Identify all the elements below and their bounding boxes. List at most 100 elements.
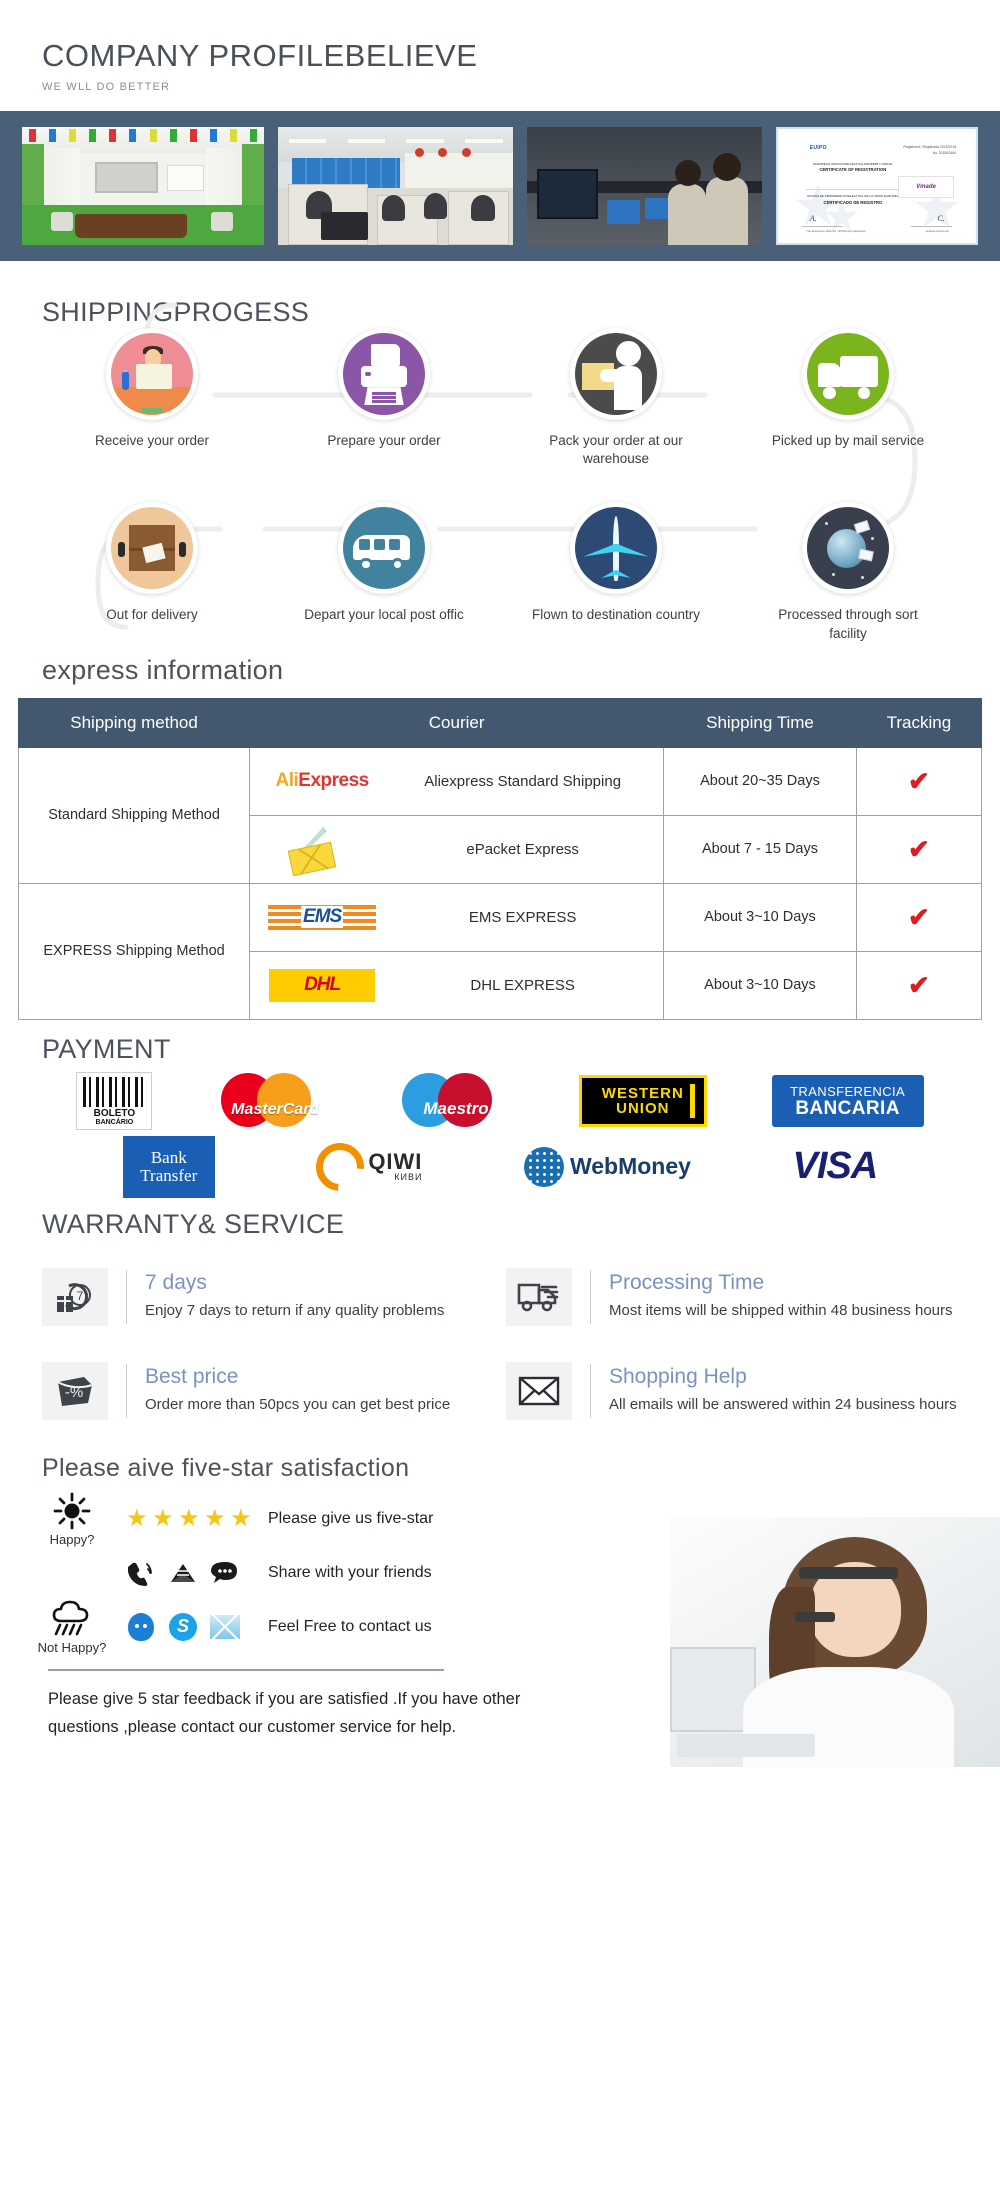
- certificate-title-en: CERTIFICATE OF REGISTRATION: [819, 167, 887, 173]
- chat-icon[interactable]: [210, 1558, 240, 1588]
- company-photo-banner: EUIPO Registered / Registrada 2019/2018 …: [0, 111, 1000, 261]
- warranty-service-section: WARRANTY& SERVICE 7 7 days Enjoy 7 days …: [0, 1199, 1000, 1444]
- certificate-mark: Vmade: [916, 184, 936, 191]
- warranty-card-title: 7 days: [145, 1271, 207, 1295]
- shipping-step: Depart your local post offic: [268, 502, 500, 642]
- western-union-line2: UNION: [616, 1099, 670, 1117]
- western-union-line1: WESTERN: [601, 1084, 684, 1102]
- product-detail-page: COMPANY PROFILEBELIEVE WE WLL DO BETTER: [0, 0, 1000, 1767]
- company-profile-header: COMPANY PROFILEBELIEVE WE WLL DO BETTER: [0, 0, 1000, 111]
- happy-mood: Happy?: [24, 1491, 120, 1547]
- tracking-cell: ✔: [855, 882, 983, 952]
- maestro-logo: Maestro: [398, 1072, 514, 1127]
- star-icon: ★: [178, 1504, 200, 1532]
- shipping-step-label: Receive your order: [94, 433, 210, 448]
- transferencia-line1: TRANSFERENCIA: [790, 1083, 906, 1099]
- warranty-card: 7 7 days Enjoy 7 days to return if any q…: [36, 1250, 500, 1344]
- qiwi-logo: QIWI КИВИ: [306, 1133, 423, 1201]
- postal-van-icon: [338, 502, 430, 595]
- payment-logos-row-1: BOLETO BANCÁRIO MasterCard Maestro WESTE…: [0, 1065, 1000, 1137]
- shipping-step-label: Depart your local post offic: [304, 607, 464, 623]
- table-row: EXPRESS Shipping Method EMS EMS EXPRESS …: [17, 882, 983, 1020]
- shipping-time-cell: About 3~10 Days: [663, 950, 857, 1020]
- certificate-photo: EUIPO Registered / Registrada 2019/2018 …: [776, 127, 978, 245]
- webmoney-label: WebMoney: [569, 1153, 691, 1180]
- warranty-card-desc: Enjoy 7 days to return if any quality pr…: [145, 1302, 445, 1320]
- check-icon: ✔: [907, 902, 930, 933]
- feedback-row: Not Happy? S Feel Free to contact us: [24, 1599, 1000, 1655]
- shipping-step-label: Flown to destination country: [531, 607, 701, 623]
- sun-icon: [53, 1492, 91, 1530]
- western-union-logo: WESTERN UNION: [578, 1074, 707, 1127]
- parcel-crate-icon: [106, 502, 198, 595]
- discount-icon: -%: [42, 1361, 108, 1420]
- shipping-step-label: Processed through sort facility: [778, 607, 918, 641]
- qiwi-sub: КИВИ: [394, 1172, 423, 1183]
- warranty-card-title: Processing Time: [609, 1271, 765, 1295]
- feedback-section: Please aive five-star satisfaction Happy…: [0, 1444, 1000, 1767]
- svg-text:7: 7: [77, 1289, 84, 1303]
- printer-icon: [338, 328, 430, 420]
- email-icon[interactable]: [210, 1612, 240, 1642]
- page-subtitle: WE WLL DO BETTER: [42, 81, 171, 93]
- payment-title: PAYMENT: [42, 1033, 171, 1064]
- transferencia-bancaria-logo: TRANSFERENCIA BANCARIA: [771, 1074, 924, 1127]
- packing-worker-icon: [570, 328, 662, 420]
- feedback-message: Share with your friends: [268, 1563, 432, 1581]
- certificate-subtitle-es: OFICINA DE PROPIEDAD INTELECTUAL DE LA U…: [806, 194, 899, 199]
- qq-icon[interactable]: [126, 1612, 156, 1642]
- epacket-logo: [256, 826, 388, 877]
- customer-desk-icon: [106, 328, 198, 420]
- courier-name: EMS EXPRESS: [468, 908, 577, 926]
- star-icon: ★: [152, 1504, 174, 1532]
- check-icon: ✔: [907, 970, 930, 1001]
- ems-logo-text: EMS: [301, 906, 344, 929]
- shipping-step: Processed through sort facility: [732, 502, 964, 642]
- warranty-card-desc: Order more than 50pcs you can get best p…: [145, 1396, 451, 1414]
- qiwi-label: QIWI: [368, 1149, 423, 1175]
- star-icon: ★: [230, 1504, 252, 1532]
- column-header-tracking: Tracking: [855, 697, 983, 748]
- courier-cell: ePacket Express: [249, 814, 665, 884]
- express-information-table: Shipping method Courier Shipping Time Tr…: [17, 697, 983, 1020]
- boleto-bancario-logo: BOLETO BANCÁRIO: [76, 1071, 153, 1130]
- certificate-title-es: CERTIFICADO DE REGISTRO: [823, 199, 883, 205]
- shipping-step: Out for delivery: [36, 502, 268, 642]
- mail-icon[interactable]: [168, 1558, 198, 1588]
- dhl-logo-text: DHL: [304, 974, 341, 996]
- payment-logos-row-2: Bank Transfer QIWI КИВИ WebMoney VISA: [0, 1133, 1000, 1201]
- skype-icon[interactable]: S: [168, 1612, 198, 1642]
- factory-photo: [527, 127, 763, 245]
- rain-cloud-icon: [52, 1600, 89, 1636]
- shipping-step: Flown to destination country: [500, 502, 732, 642]
- transferencia-line2: BANCARIA: [795, 1097, 900, 1119]
- feedback-row: Happy? ★ ★ ★ ★ ★ Please give us five-sta…: [24, 1491, 1000, 1547]
- certificate-sign-role: The Executive Director / El Director Eje…: [805, 228, 866, 233]
- shipping-steps-row-1: Receive your order Prepare your order Pa…: [0, 328, 1000, 468]
- warranty-service-title: WARRANTY& SERVICE: [42, 1208, 345, 1239]
- column-header-courier: Courier: [249, 697, 665, 748]
- shipping-progress-title: SHIPPINGPROGESS: [42, 297, 310, 327]
- star-icon: ★: [126, 1504, 148, 1532]
- column-header-shipping-time: Shipping Time: [663, 697, 857, 748]
- boleto-line2: BANCÁRIO: [95, 1118, 134, 1126]
- table-header-row: Shipping method Courier Shipping Time Tr…: [17, 697, 983, 748]
- check-icon: ✔: [907, 834, 930, 865]
- warranty-card: -% Best price Order more than 50pcs you …: [36, 1344, 500, 1438]
- certificate-subtitle-en: EUROPEAN UNION INTELLECTUAL PROPERTY OFF…: [813, 162, 893, 167]
- shipping-time-cell: About 3~10 Days: [663, 882, 857, 952]
- certificate-reg-line2: No. 018262464: [932, 151, 956, 156]
- warranty-card: Shopping Help All emails will be answere…: [500, 1344, 964, 1438]
- mastercard-logo: MasterCard: [217, 1072, 333, 1127]
- feedback-row: Share with your friends: [24, 1547, 1000, 1599]
- feedback-message: Feel Free to contact us: [268, 1617, 432, 1635]
- aliexpress-logo-express: Express: [298, 770, 369, 792]
- bank-transfer-line2: Transfer: [140, 1165, 198, 1185]
- phone-icon[interactable]: [126, 1558, 156, 1588]
- svg-text:-%: -%: [65, 1384, 83, 1401]
- certificate-brand: EUIPO: [809, 145, 827, 152]
- shipping-steps-row-2: Out for delivery Depart your local post …: [0, 502, 1000, 642]
- shipping-time-cell: About 20~35 Days: [663, 746, 857, 816]
- five-stars: ★ ★ ★ ★ ★: [120, 1504, 268, 1532]
- shipping-step: Picked up by mail service: [732, 328, 964, 468]
